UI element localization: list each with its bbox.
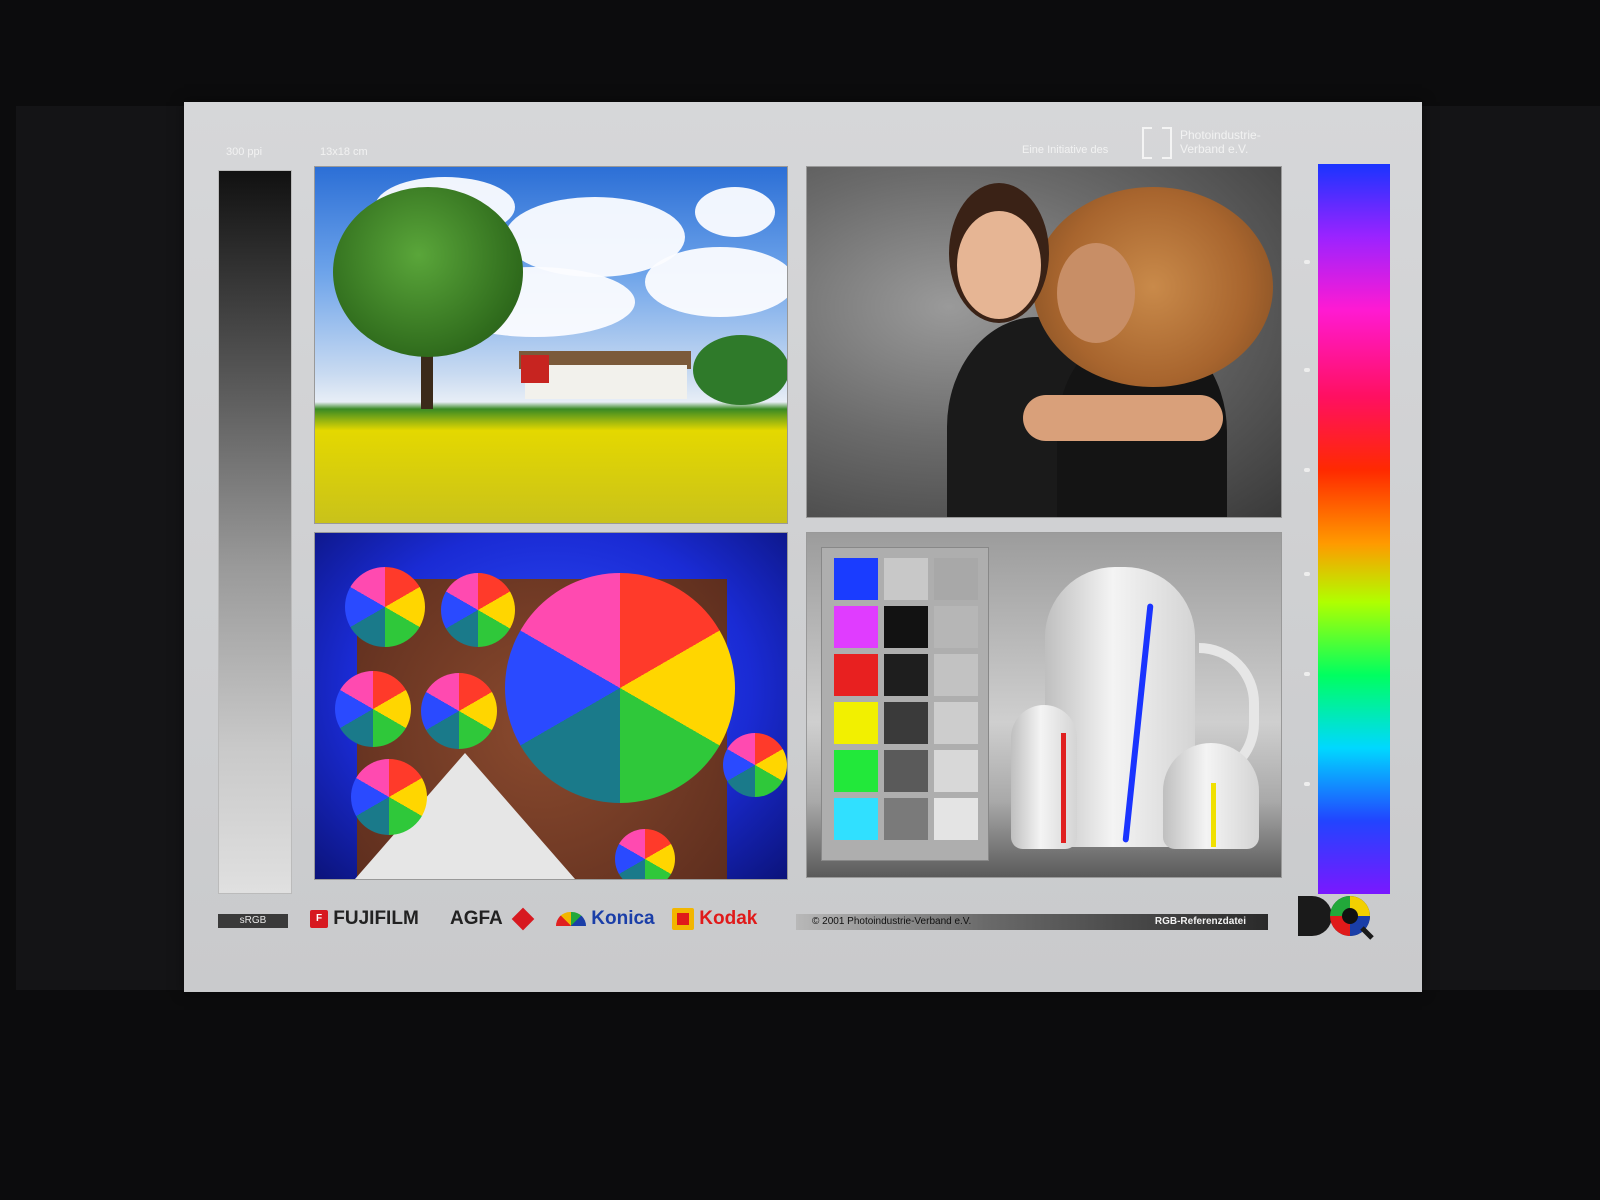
spectrum-tick — [1304, 368, 1310, 372]
portrait-photo — [806, 166, 1282, 518]
fujifilm-wordmark: FUJIFILM — [333, 908, 419, 929]
spectrum-tick — [1304, 572, 1310, 576]
gray-gradient-strip — [218, 170, 292, 894]
swatch-yellow — [834, 702, 878, 744]
spectrum-tick — [1304, 672, 1310, 676]
org-name-line1: Photoindustrie- — [1180, 128, 1261, 142]
face-left — [957, 211, 1041, 319]
swatch-light-gray — [934, 750, 978, 792]
still-life-photo — [806, 532, 1282, 878]
org-name-line2: Verband e.V. — [1180, 142, 1249, 156]
initiative-label: Eine Initiative des — [1022, 144, 1109, 156]
swatch-green — [834, 750, 878, 792]
swatch-gray — [884, 558, 928, 600]
copyright-text: © 2001 Photoindustrie-Verband e.V. — [812, 916, 972, 927]
swatch-magenta — [834, 606, 878, 648]
size-label: 13x18 cm — [320, 146, 368, 158]
reference-chart: 300 ppi 13x18 cm Eine Initiative des Pho… — [184, 102, 1422, 992]
spectrum-tick — [1304, 260, 1310, 264]
swatch-gray — [884, 606, 928, 648]
large-pinwheel — [505, 573, 735, 803]
agfa-wordmark: AGFA — [450, 908, 503, 929]
swatch-light-gray — [934, 654, 978, 696]
konica-wordmark: Konica — [591, 908, 655, 929]
cloud — [695, 187, 775, 237]
konica-logo: Konica — [556, 908, 655, 930]
small-pinwheel — [345, 567, 425, 647]
swatch-light-gray — [934, 798, 978, 840]
swatch-gray — [884, 654, 928, 696]
small-pinwheel — [615, 829, 675, 879]
small-pinwheel — [335, 671, 411, 747]
small-pinwheel — [723, 733, 787, 797]
yellow-stripe — [1211, 783, 1216, 847]
swatch-blue — [834, 558, 878, 600]
spectrum-tick — [1304, 468, 1310, 472]
swatch-light-gray — [934, 606, 978, 648]
color-swatch-panel — [821, 547, 989, 861]
pinwheel-photo — [314, 532, 788, 880]
face-right — [1057, 243, 1135, 343]
pvd-bracket-icon — [1142, 127, 1172, 159]
small-pinwheel — [421, 673, 497, 749]
tree — [333, 187, 523, 357]
konica-rainbow-icon — [556, 911, 586, 926]
agfa-logo: AGFA — [450, 907, 535, 931]
swatch-red — [834, 654, 878, 696]
swatch-light-gray — [934, 558, 978, 600]
swatch-cyan — [834, 798, 878, 840]
kodak-logo-icon — [672, 908, 694, 930]
swatch-gray — [884, 702, 928, 744]
swatch-light-gray — [934, 702, 978, 744]
color-space-label: sRGB — [218, 914, 288, 928]
file-label: RGB-Referenzdatei — [1154, 916, 1246, 927]
resolution-label: 300 ppi — [226, 146, 263, 158]
fujifilm-logo-icon: F — [310, 909, 328, 928]
arms — [1023, 395, 1223, 441]
small-pinwheel — [441, 573, 515, 647]
swatch-gray — [884, 750, 928, 792]
kodak-wordmark: Kodak — [699, 908, 758, 930]
copyright-bar: © 2001 Photoindustrie-Verband e.V. RGB-R… — [796, 914, 1268, 930]
bush — [693, 335, 787, 405]
spectrum-tick — [1304, 782, 1310, 786]
farmhouse-gable — [521, 355, 549, 383]
landscape-photo — [314, 166, 788, 524]
cloud — [645, 247, 787, 317]
agfa-rhombus-icon — [512, 907, 535, 931]
kodak-logo: Kodak — [672, 908, 757, 930]
red-stripe — [1061, 733, 1066, 843]
small-pinwheel — [351, 759, 427, 835]
small-jug — [1011, 705, 1077, 849]
swatch-gray — [884, 798, 928, 840]
farmhouse — [525, 365, 687, 399]
color-spectrum-strip — [1318, 164, 1390, 894]
fujifilm-logo: F FUJIFILM — [310, 908, 419, 930]
dq-logo-icon — [1298, 896, 1374, 940]
